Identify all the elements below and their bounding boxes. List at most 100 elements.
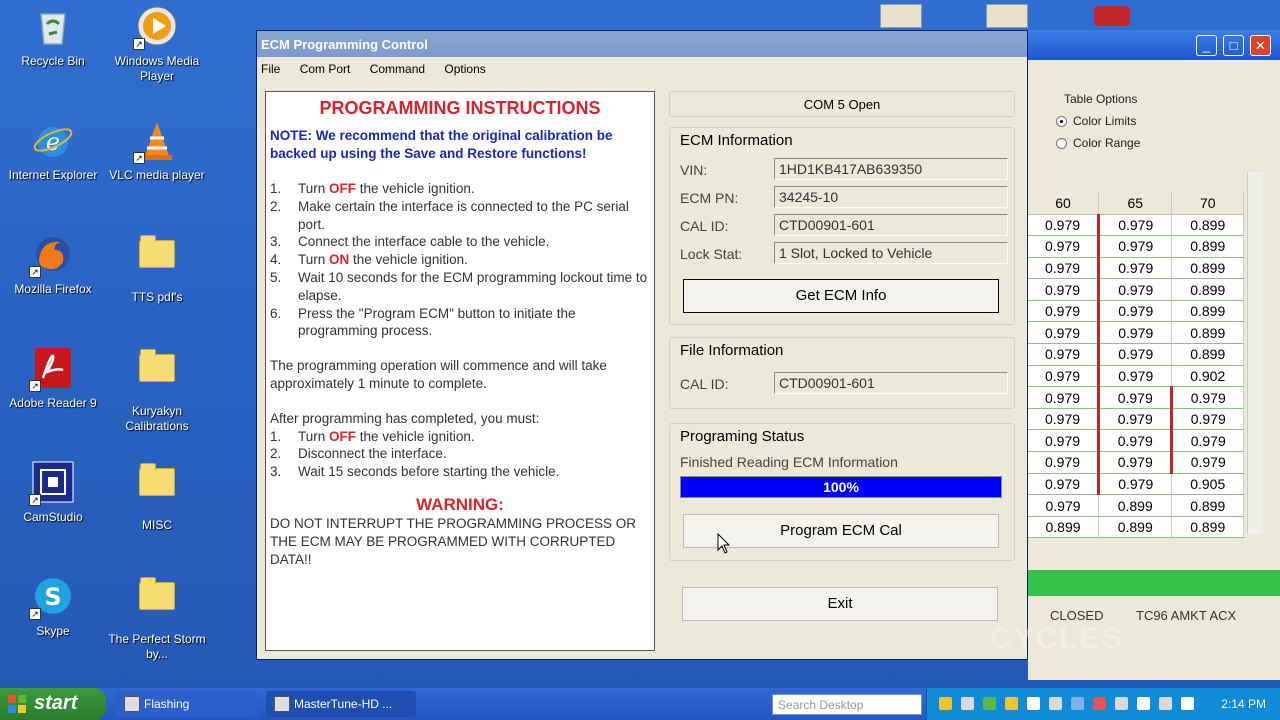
recycle-bin-shortcut[interactable]: Recycle Bin — [0, 4, 108, 69]
tts-pdfs-folder[interactable]: TTS pdf's — [102, 232, 212, 305]
tray-app-icon[interactable] — [1093, 697, 1106, 710]
adobe-reader-shortcut[interactable]: ↗ Adobe Reader 9 — [0, 346, 108, 411]
cal-id-field[interactable]: CTD00901-601 — [774, 214, 1008, 236]
background-window-titlebar[interactable]: _ □ ✕ — [1028, 30, 1280, 60]
table-row[interactable]: 0.979 0.979 0.899 — [1028, 257, 1244, 280]
table-row[interactable]: 0.979 0.899 0.899 — [1028, 494, 1244, 517]
table-row[interactable]: 0.899 0.899 0.899 — [1028, 516, 1244, 539]
table-cell[interactable]: 0.899 — [1171, 214, 1244, 237]
table-cell[interactable]: 0.979 — [1097, 365, 1173, 388]
table-vertical-scrollbar[interactable] — [1247, 172, 1263, 534]
table-cell[interactable]: 0.979 — [1028, 257, 1100, 280]
table-cell[interactable]: 0.979 — [1097, 473, 1173, 496]
table-cell[interactable]: 0.979 — [1028, 278, 1100, 301]
minimize-button[interactable]: _ — [1196, 35, 1217, 56]
table-cell[interactable]: 0.899 — [1171, 516, 1244, 539]
table-cell[interactable]: 0.979 — [1028, 494, 1100, 517]
camstudio-shortcut[interactable]: ↗ CamStudio — [0, 460, 108, 525]
table-cell[interactable]: 0.899 — [1171, 321, 1244, 345]
file-cal-id-field[interactable]: CTD00901-601 — [774, 372, 1008, 394]
skype-shortcut[interactable]: S ↗ Skype — [0, 574, 108, 639]
table-cell[interactable]: 0.979 — [1097, 429, 1173, 453]
table-cell[interactable]: 0.899 — [1171, 343, 1244, 366]
table-cell[interactable]: 0.899 — [1171, 300, 1244, 323]
exit-button[interactable]: Exit — [682, 587, 998, 621]
taskbar-item-mastertune[interactable]: MasterTune-HD ... — [266, 691, 416, 717]
table-cell[interactable]: 0.979 — [1097, 214, 1173, 237]
dialog-title[interactable]: ECM Programming Control — [257, 31, 1027, 57]
table-cell[interactable]: 0.979 — [1097, 278, 1173, 301]
table-cell[interactable]: 0.899 — [1171, 278, 1244, 301]
table-row[interactable]: 0.979 0.979 0.902 — [1028, 365, 1244, 388]
start-button[interactable]: start — [0, 688, 106, 720]
table-cell[interactable]: 0.979 — [1028, 473, 1100, 496]
table-cell[interactable]: 0.979 — [1028, 321, 1100, 345]
tray-app-icon[interactable] — [961, 697, 974, 710]
table-cell[interactable]: 0.899 — [1028, 516, 1100, 539]
maximize-button[interactable]: □ — [1223, 35, 1244, 56]
color-range-radio[interactable]: Color Range — [1056, 136, 1140, 150]
color-limits-radio[interactable]: Color Limits — [1056, 114, 1140, 128]
table-cell[interactable]: 0.905 — [1171, 473, 1244, 496]
table-cell[interactable]: 0.979 — [1097, 408, 1173, 431]
taskbar-item-flashing[interactable]: Flashing — [116, 691, 258, 717]
table-cell[interactable]: 0.979 — [1170, 408, 1244, 431]
kuryakyn-calibrations-folder[interactable]: Kuryakyn Calibrations — [102, 346, 212, 434]
table-cell[interactable]: 0.979 — [1097, 343, 1173, 366]
table-cell[interactable]: 0.899 — [1171, 494, 1244, 517]
security-shield-icon[interactable] — [1005, 697, 1018, 710]
table-cell[interactable]: 0.979 — [1028, 214, 1100, 237]
table-cell[interactable]: 0.902 — [1171, 365, 1244, 388]
battery-icon[interactable] — [1137, 697, 1150, 710]
table-row[interactable]: 0.979 0.979 0.899 — [1028, 278, 1244, 301]
table-cell[interactable]: 0.979 — [1028, 343, 1100, 366]
table-row[interactable]: 0.979 0.979 0.979 — [1028, 451, 1244, 474]
table-row[interactable]: 0.979 0.979 0.979 — [1028, 429, 1244, 453]
tray-app-icon[interactable] — [1049, 697, 1062, 710]
table-row[interactable]: 0.979 0.979 0.899 — [1028, 235, 1244, 258]
table-cell[interactable]: 0.979 — [1028, 365, 1100, 388]
help-icon[interactable] — [939, 697, 952, 710]
windows-media-player-shortcut[interactable]: ↗ Windows Media Player — [102, 4, 212, 84]
table-cell[interactable]: 0.899 — [1171, 257, 1244, 280]
table-cell[interactable]: 0.979 — [1170, 451, 1244, 474]
misc-folder[interactable]: MISC — [102, 460, 212, 533]
menu-command[interactable]: Command — [370, 62, 425, 76]
menu-options[interactable]: Options — [444, 62, 485, 76]
table-row[interactable]: 0.979 0.979 0.905 — [1028, 473, 1244, 496]
table-cell[interactable]: 0.979 — [1028, 386, 1100, 409]
network-icon[interactable] — [983, 697, 996, 710]
table-cell[interactable]: 0.979 — [1170, 429, 1244, 453]
volume-icon[interactable] — [1181, 697, 1194, 710]
table-cell[interactable]: 0.979 — [1097, 321, 1173, 345]
lock-stat-field[interactable]: 1 Slot, Locked to Vehicle — [774, 242, 1008, 264]
table-cell[interactable]: 0.979 — [1028, 300, 1100, 323]
menu-com-port[interactable]: Com Port — [300, 62, 351, 76]
signal-icon[interactable] — [1071, 697, 1084, 710]
background-window[interactable]: _ □ ✕ Table Options Color Limits Color R… — [1028, 30, 1280, 680]
firefox-shortcut[interactable]: ↗ Mozilla Firefox — [0, 232, 108, 297]
table-row[interactable]: 0.979 0.979 0.899 — [1028, 321, 1244, 345]
table-row[interactable]: 0.979 0.979 0.899 — [1028, 214, 1244, 237]
close-button[interactable]: ✕ — [1250, 35, 1271, 56]
table-row[interactable]: 0.979 0.979 0.979 — [1028, 386, 1244, 409]
tray-app-icon[interactable] — [1115, 697, 1128, 710]
table-cell[interactable]: 0.979 — [1028, 408, 1100, 431]
vlc-shortcut[interactable]: ↗ VLC media player — [102, 118, 212, 183]
table-cell[interactable]: 0.979 — [1097, 257, 1173, 280]
ecm-pn-field[interactable]: 34245-10 — [774, 186, 1008, 208]
calibration-table[interactable]: 60 65 70 0.979 0.979 0.899 0.979 0.979 0.899 0… — [1028, 192, 1244, 539]
table-cell[interactable]: 0.979 — [1097, 386, 1173, 409]
table-cell[interactable]: 0.979 — [1097, 451, 1173, 474]
table-cell[interactable]: 0.979 — [1097, 235, 1173, 258]
table-row[interactable]: 0.979 0.979 0.899 — [1028, 343, 1244, 366]
desktop-search-input[interactable]: Search Desktop — [772, 694, 922, 715]
table-row[interactable]: 0.979 0.979 0.979 — [1028, 408, 1244, 431]
table-cell[interactable]: 0.979 — [1028, 235, 1100, 258]
display-icon[interactable] — [1027, 697, 1040, 710]
monitor-icon[interactable] — [1159, 697, 1172, 710]
table-cell[interactable]: 0.899 — [1171, 235, 1244, 258]
radio-empty-icon[interactable] — [1056, 137, 1067, 149]
internet-explorer-shortcut[interactable]: e Internet Explorer — [0, 118, 108, 183]
table-row[interactable]: 0.979 0.979 0.899 — [1028, 300, 1244, 323]
